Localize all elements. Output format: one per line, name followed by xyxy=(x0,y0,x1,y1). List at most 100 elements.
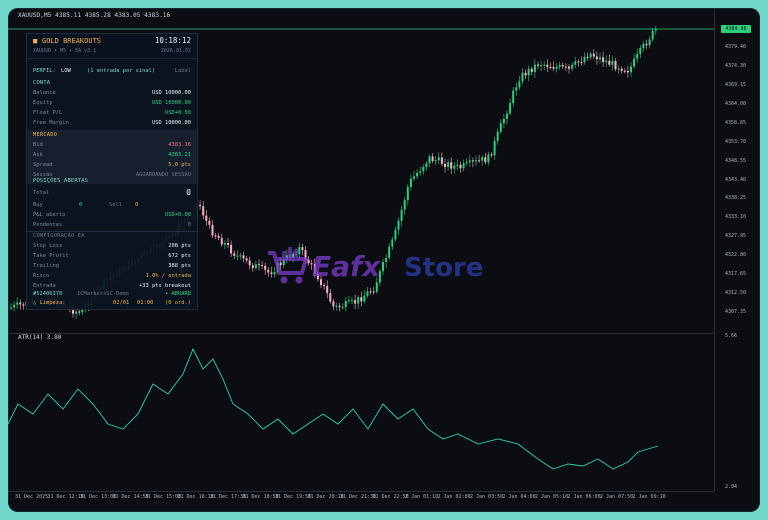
candle xyxy=(456,159,459,171)
time-tick-label: 31 Dec 22:50 xyxy=(372,494,409,500)
config-row: Risco 1.0% / entrada xyxy=(33,273,191,279)
price-tick-label: 4322.80 xyxy=(725,252,747,259)
candle xyxy=(524,69,527,79)
profile-label: PERFIL: xyxy=(33,68,56,74)
config-row: Trailing 388 pts xyxy=(33,263,191,269)
atr-tick-label: 5.66 xyxy=(725,333,738,339)
candle xyxy=(487,151,490,166)
watermark-brand-a: Eafx xyxy=(312,250,381,283)
candle xyxy=(403,196,406,215)
price-tick-label: 4343.40 xyxy=(725,176,747,183)
current-price-tag: 4384.98 xyxy=(721,25,751,33)
candle xyxy=(527,65,530,82)
candle xyxy=(630,62,632,78)
atr-label: ATR(14) 3.80 xyxy=(18,334,62,341)
candle xyxy=(369,287,372,295)
candle xyxy=(242,251,245,263)
candle xyxy=(512,87,515,108)
candle xyxy=(592,49,595,60)
candle xyxy=(360,291,363,307)
candle xyxy=(558,61,561,70)
candle xyxy=(459,161,462,173)
candle xyxy=(419,166,422,176)
candle xyxy=(211,220,214,239)
time-tick-label: 31 Dec 21:30 xyxy=(340,494,377,500)
profile-value: LOW xyxy=(61,68,71,74)
time-tick-label: 2 Jan 07:50 xyxy=(600,494,634,500)
candle xyxy=(540,60,543,72)
time-tick-label: 31 Dec 12:10 xyxy=(47,494,84,500)
price-tick-label: 4338.25 xyxy=(725,195,747,202)
candle xyxy=(589,51,592,60)
candle xyxy=(599,52,601,64)
candle xyxy=(571,62,574,72)
time-tick-label: 31 Dec 18:50 xyxy=(242,494,279,500)
candle xyxy=(202,201,205,220)
candle xyxy=(245,256,248,263)
candle xyxy=(428,154,431,168)
candle xyxy=(230,240,233,257)
atr-line-series xyxy=(8,347,659,470)
candle xyxy=(394,226,397,242)
time-tick-label: 31 Dec 14:50 xyxy=(112,494,149,500)
price-tick-label: 4374.30 xyxy=(725,62,747,69)
atr-indicator-window[interactable] xyxy=(8,333,714,492)
candle xyxy=(422,164,425,176)
time-tick-label: 31 Dec 15:00 xyxy=(145,494,182,500)
candle xyxy=(233,250,236,260)
candle xyxy=(258,259,260,271)
price-tick-label: 4369.15 xyxy=(725,81,747,88)
candle xyxy=(561,62,564,70)
conta-row: Float P/L USD+0.00 xyxy=(33,110,191,116)
watermark-brand-b: Store xyxy=(404,253,483,283)
price-tick-label: 4364.00 xyxy=(725,100,747,107)
candle xyxy=(236,250,239,261)
candle xyxy=(434,156,437,166)
conta-row: Equity USD 10000.00 xyxy=(33,100,191,106)
candle xyxy=(636,48,639,64)
candle xyxy=(577,59,580,67)
candle xyxy=(533,59,536,78)
ea-info-panel[interactable]: ■ GOLD BREAKOUTS 10:18:12 XAUUSD • M5 • … xyxy=(26,33,198,310)
candle xyxy=(617,65,620,74)
candle xyxy=(13,300,16,312)
candle xyxy=(329,289,332,304)
candle xyxy=(602,51,605,67)
candle xyxy=(506,110,508,125)
eafx-store-watermark: Eafx Store xyxy=(262,243,512,287)
candle xyxy=(205,209,208,226)
atr-line xyxy=(8,347,659,470)
time-tick-label: 31 Dec 16:10 xyxy=(177,494,214,500)
posicoes-pl: P&L aberto USD+0.00 xyxy=(33,212,191,218)
candle xyxy=(499,119,502,134)
candle xyxy=(372,287,375,295)
panel-title: GOLD BREAKOUTS xyxy=(42,37,102,45)
candle xyxy=(586,52,589,61)
posicoes-buy-sell: Buy 0 Sell 0 xyxy=(33,202,139,208)
candle xyxy=(217,232,220,241)
time-tick-label: 2 Jan 09:10 xyxy=(632,494,666,500)
time-tick-label: 31 Dec 13:00 xyxy=(80,494,117,500)
mercado-row: Ask 4383.21 xyxy=(33,152,191,158)
symbol-ohlc-readout: XAUUSD,M5 4385.11 4385.28 4383.05 4383.1… xyxy=(18,12,171,19)
candle xyxy=(509,98,512,116)
candle xyxy=(354,294,357,310)
candle xyxy=(332,298,335,311)
config-row: Stop Loss 208 pts xyxy=(33,243,191,249)
candle xyxy=(626,65,629,78)
candle xyxy=(347,295,350,304)
candle xyxy=(639,45,642,59)
candle xyxy=(478,154,481,163)
candle xyxy=(341,303,344,310)
price-scale[interactable] xyxy=(714,8,761,491)
candle xyxy=(583,52,586,65)
price-tick-label: 4358.85 xyxy=(725,119,747,126)
candle xyxy=(413,170,415,182)
candle xyxy=(357,295,360,309)
profile-row[interactable]: PERFIL: LOW (1 entrada por sinal) Label xyxy=(27,66,197,76)
price-tick-label: 4327.95 xyxy=(725,233,747,240)
profile-note: (1 entrada por sinal) xyxy=(87,68,156,74)
time-tick-label: 31 Dec 2025 xyxy=(15,494,49,500)
candle xyxy=(530,66,533,76)
candle xyxy=(568,64,570,74)
